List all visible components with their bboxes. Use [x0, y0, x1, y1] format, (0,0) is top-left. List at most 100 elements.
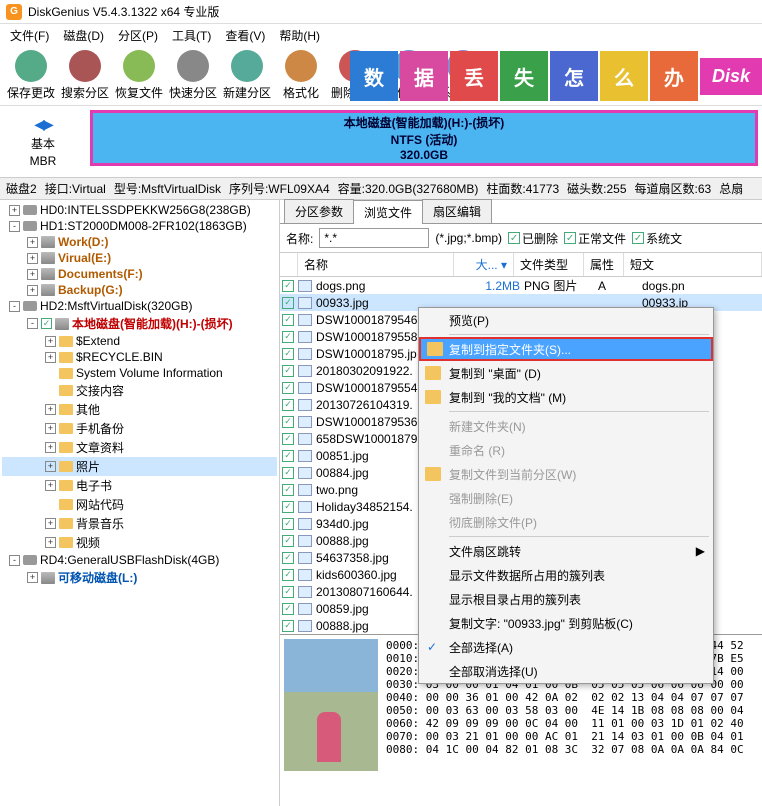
file-checkbox[interactable]: ✓ — [282, 297, 294, 309]
file-icon — [298, 603, 312, 615]
tree-node[interactable]: +照片 — [2, 457, 277, 476]
tab-分区参数[interactable]: 分区参数 — [284, 199, 354, 223]
menu-帮助(H)[interactable]: 帮助(H) — [273, 25, 326, 46]
tree-toggle[interactable]: + — [27, 572, 38, 583]
chk-normal[interactable]: ✓正常文件 — [564, 230, 626, 247]
disk-tree[interactable]: +HD0:INTELSSDPEKKW256G8(238GB)-HD1:ST200… — [0, 200, 280, 806]
file-checkbox[interactable]: ✓ — [282, 467, 294, 479]
tree-node[interactable]: +$RECYCLE.BIN — [2, 349, 277, 365]
tree-node[interactable]: System Volume Information — [2, 365, 277, 381]
tree-toggle[interactable]: + — [27, 253, 38, 264]
tree-toggle[interactable]: + — [45, 423, 56, 434]
menu-文件(F)[interactable]: 文件(F) — [4, 25, 55, 46]
tool-格式化[interactable]: 格式化 — [274, 50, 328, 101]
menu-查看(V)[interactable]: 查看(V) — [219, 25, 271, 46]
tool-恢复文件[interactable]: 恢复文件 — [112, 50, 166, 101]
file-checkbox[interactable]: ✓ — [282, 382, 294, 394]
file-checkbox[interactable]: ✓ — [282, 501, 294, 513]
tree-node[interactable]: +电子书 — [2, 476, 277, 495]
menu-item[interactable]: 复制到指定文件夹(S)... — [419, 337, 713, 361]
tool-快速分区[interactable]: 快速分区 — [166, 50, 220, 101]
tree-toggle[interactable]: + — [27, 237, 38, 248]
menu-item[interactable]: 预览(P) — [419, 308, 713, 332]
menu-item[interactable]: 复制到 "桌面" (D) — [419, 361, 713, 385]
tree-toggle[interactable]: + — [45, 352, 56, 363]
file-checkbox[interactable]: ✓ — [282, 314, 294, 326]
tree-toggle[interactable]: + — [45, 518, 56, 529]
tree-toggle[interactable]: + — [9, 205, 20, 216]
tree-toggle[interactable]: - — [9, 301, 20, 312]
tree-toggle[interactable]: - — [9, 555, 20, 566]
tree-node[interactable]: 交接内容 — [2, 381, 277, 400]
tree-toggle[interactable]: + — [45, 442, 56, 453]
tree-node[interactable]: +Virual(E:) — [2, 250, 277, 266]
tree-node[interactable]: +其他 — [2, 400, 277, 419]
tree-node[interactable]: +HD0:INTELSSDPEKKW256G8(238GB) — [2, 202, 277, 218]
tool-搜索分区[interactable]: 搜索分区 — [58, 50, 112, 101]
file-checkbox[interactable]: ✓ — [282, 399, 294, 411]
tree-node[interactable]: +Backup(G:) — [2, 282, 277, 298]
tree-node[interactable]: +Work(D:) — [2, 234, 277, 250]
menu-item[interactable]: 复制到 "我的文档" (M) — [419, 385, 713, 409]
partition-block[interactable]: 本地磁盘(智能加载)(H:)-(损坏) NTFS (活动) 320.0GB — [90, 110, 758, 166]
file-checkbox[interactable]: ✓ — [282, 552, 294, 564]
file-checkbox[interactable]: ✓ — [282, 484, 294, 496]
file-checkbox[interactable]: ✓ — [282, 535, 294, 547]
tree-toggle[interactable]: + — [45, 480, 56, 491]
tree-node[interactable]: -HD1:ST2000DM008-2FR102(1863GB) — [2, 218, 277, 234]
file-checkbox[interactable]: ✓ — [282, 518, 294, 530]
tree-node[interactable]: +手机备份 — [2, 419, 277, 438]
tree-toggle[interactable]: + — [45, 336, 56, 347]
file-checkbox[interactable]: ✓ — [282, 416, 294, 428]
tree-node[interactable]: 网站代码 — [2, 495, 277, 514]
tab-浏览文件[interactable]: 浏览文件 — [353, 200, 423, 224]
tool-新建分区[interactable]: 新建分区 — [220, 50, 274, 101]
file-checkbox[interactable]: ✓ — [282, 569, 294, 581]
menu-分区(P)[interactable]: 分区(P) — [112, 25, 164, 46]
menu-item[interactable]: 显示文件数据所占用的簇列表 — [419, 563, 713, 587]
file-row[interactable]: ✓dogs.png1.2MBPNG 图片Adogs.pn — [280, 277, 762, 294]
file-checkbox[interactable]: ✓ — [282, 586, 294, 598]
filter-name-input[interactable] — [319, 228, 429, 248]
tree-node[interactable]: +$Extend — [2, 333, 277, 349]
tree-node[interactable]: +文章资料 — [2, 438, 277, 457]
menu-item[interactable]: 显示根目录占用的簇列表 — [419, 587, 713, 611]
file-checkbox[interactable]: ✓ — [282, 331, 294, 343]
tree-toggle[interactable]: + — [45, 461, 56, 472]
menu-item[interactable]: 复制文字: "00933.jpg" 到剪贴板(C) — [419, 611, 713, 635]
tree-toggle[interactable]: - — [27, 318, 38, 329]
file-checkbox[interactable]: ✓ — [282, 433, 294, 445]
tree-node[interactable]: -HD2:MsftVirtualDisk(320GB) — [2, 298, 277, 314]
nav-arrows-icon[interactable]: ◀▶ — [34, 116, 52, 133]
tree-toggle[interactable]: + — [45, 537, 56, 548]
file-checkbox[interactable]: ✓ — [282, 620, 294, 632]
tree-node[interactable]: -✓本地磁盘(智能加载)(H:)-(损坏) — [2, 314, 277, 333]
tool-保存更改[interactable]: 保存更改 — [4, 50, 58, 101]
menu-label: 复制文件到当前分区(W) — [449, 466, 576, 483]
file-checkbox[interactable]: ✓ — [282, 603, 294, 615]
file-checkbox[interactable]: ✓ — [282, 280, 294, 292]
tab-扇区编辑[interactable]: 扇区编辑 — [422, 199, 492, 223]
menu-item[interactable]: 文件扇区跳转▶ — [419, 539, 713, 563]
menu-item[interactable]: 全部取消选择(U) — [419, 659, 713, 683]
tree-node[interactable]: +可移动磁盘(L:) — [2, 568, 277, 587]
file-checkbox[interactable]: ✓ — [282, 450, 294, 462]
tree-toggle[interactable]: + — [27, 269, 38, 280]
tree-node[interactable]: +背景音乐 — [2, 514, 277, 533]
menu-工具(T)[interactable]: 工具(T) — [166, 25, 217, 46]
file-checkbox[interactable]: ✓ — [282, 348, 294, 360]
context-menu[interactable]: 预览(P) 复制到指定文件夹(S)...复制到 "桌面" (D)复制到 "我的文档… — [418, 307, 714, 684]
tree-toggle[interactable]: + — [27, 285, 38, 296]
tree-checkbox[interactable]: ✓ — [41, 318, 52, 329]
menu-磁盘(D)[interactable]: 磁盘(D) — [57, 25, 110, 46]
tree-toggle[interactable]: - — [9, 221, 20, 232]
chk-system[interactable]: ✓系统文 — [632, 230, 682, 247]
file-checkbox[interactable]: ✓ — [282, 365, 294, 377]
tree-node[interactable]: +视频 — [2, 533, 277, 552]
menu-item[interactable]: ✓全部选择(A) — [419, 635, 713, 659]
tree-node[interactable]: +Documents(F:) — [2, 266, 277, 282]
tree-toggle[interactable]: + — [45, 404, 56, 415]
chk-deleted[interactable]: ✓已删除 — [508, 230, 558, 247]
tree-node[interactable]: -RD4:GeneralUSBFlashDisk(4GB) — [2, 552, 277, 568]
file-list-header[interactable]: 名称 大... ▾ 文件类型 属性 短文 — [280, 252, 762, 277]
